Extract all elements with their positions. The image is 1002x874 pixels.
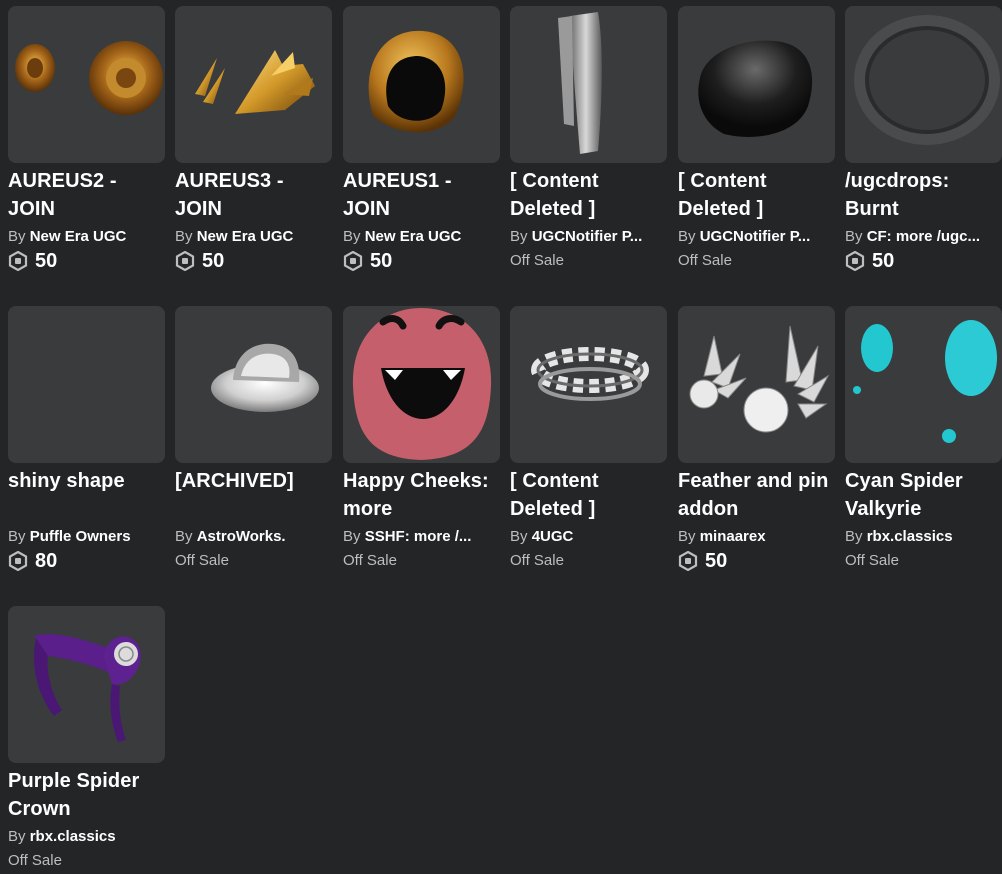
off-sale-label: Off Sale [175,552,229,569]
item-thumbnail[interactable] [678,306,835,463]
item-thumbnail[interactable] [8,6,165,163]
item-name[interactable]: [ Content Deleted ] [510,167,668,223]
creator-name[interactable]: New Era UGC [30,228,127,245]
purple-crown-image [34,633,141,742]
off-sale-label: Off Sale [8,852,62,869]
creator-name[interactable]: CF: more /ugc... [867,228,980,245]
item-name[interactable]: [ Content Deleted ] [678,167,836,223]
off-sale-label: Off Sale [510,252,564,269]
robux-icon [845,251,865,271]
gold-hood-image [368,30,464,133]
cyan-spots-image [853,320,997,443]
item-thumbnail[interactable] [845,306,1002,463]
item-creator[interactable]: By AstroWorks. [175,527,333,547]
item-name[interactable]: /ugcdrops: Burnt [845,167,1002,223]
creator-name[interactable]: UGCNotifier P... [700,228,811,245]
creator-name[interactable]: rbx.classics [30,828,116,845]
item-creator[interactable]: By New Era UGC [175,227,333,247]
item-creator[interactable]: By UGCNotifier P... [510,227,668,247]
creator-name[interactable]: minaarex [700,528,766,545]
robux-icon [678,551,698,571]
black-hat-image [698,40,813,137]
item-name[interactable]: Happy Cheeks: more [343,467,501,523]
off-sale-label: Off Sale [343,552,397,569]
gray-scarf-image [558,12,602,154]
item-card[interactable]: Purple Spider Crown By rbx.classics Off … [8,606,166,874]
item-creator[interactable]: By New Era UGC [343,227,501,247]
item-name[interactable]: Cyan Spider Valkyrie [845,467,1002,523]
item-name[interactable]: AUREUS3 - JOIN [175,167,333,223]
item-price: 50 [175,248,333,274]
off-sale-label: Off Sale [845,552,899,569]
item-thumbnail[interactable] [343,306,500,463]
item-price: 50 [8,248,166,274]
item-thumbnail[interactable] [343,6,500,163]
creator-name[interactable]: SSHF: more /... [365,528,472,545]
item-name[interactable]: Feather and pin addon [678,467,836,523]
item-thumbnail[interactable] [175,6,332,163]
item-card[interactable]: shiny shape By Puffle Owners 80 [8,306,166,574]
gray-ring-image [854,15,1000,145]
creator-name[interactable]: rbx.classics [867,528,953,545]
item-creator[interactable]: By minaarex [678,527,836,547]
item-name[interactable]: AUREUS2 - JOIN [8,167,166,223]
item-creator[interactable]: By rbx.classics [8,827,166,847]
item-thumbnail[interactable] [175,306,332,463]
item-card[interactable]: Happy Cheeks: more By SSHF: more /... Of… [343,306,501,574]
item-price: 50 [845,248,1002,274]
item-card[interactable]: Cyan Spider Valkyrie By rbx.classics Off… [845,306,1002,574]
item-creator[interactable]: By CF: more /ugc... [845,227,1002,247]
white-feathers-image [689,325,830,433]
item-creator[interactable]: By UGCNotifier P... [678,227,836,247]
item-creator[interactable]: By Puffle Owners [8,527,166,547]
pink-hood-image [352,308,492,460]
robux-icon [8,251,28,271]
off-sale-label: Off Sale [510,552,564,569]
item-thumbnail[interactable] [845,6,1002,163]
creator-name[interactable]: AstroWorks. [197,528,286,545]
creator-name[interactable]: 4UGC [532,528,574,545]
item-card[interactable]: AUREUS3 - JOIN By New Era UGC 50 [175,6,333,274]
item-name[interactable]: [ Content Deleted ] [510,467,668,523]
item-card[interactable]: AUREUS2 - JOIN By New Era UGC 50 [8,6,166,274]
item-card[interactable]: /ugcdrops: Burnt By CF: more /ugc... 50 [845,6,1002,274]
item-card[interactable]: Feather and pin addon By minaarex 50 [678,306,836,574]
gold-spikes-image [195,50,315,114]
gold-earrings-image [15,41,163,115]
item-name[interactable]: shiny shape [8,467,166,523]
white-bucket-hat-image [211,343,319,412]
item-thumbnail[interactable] [510,306,667,463]
robux-icon [8,551,28,571]
item-creator[interactable]: By New Era UGC [8,227,166,247]
robux-icon [343,251,363,271]
item-card[interactable]: [ARCHIVED] By AstroWorks. Off Sale [175,306,333,574]
creator-name[interactable]: UGCNotifier P... [532,228,643,245]
item-card[interactable]: [ Content Deleted ] By UGCNotifier P... … [678,6,836,274]
off-sale-label: Off Sale [678,252,732,269]
item-creator[interactable]: By SSHF: more /... [343,527,501,547]
item-price: 50 [678,548,836,574]
item-name[interactable]: AUREUS1 - JOIN [343,167,501,223]
robux-icon [175,251,195,271]
item-price: 80 [8,548,166,574]
item-name[interactable]: Purple Spider Crown [8,767,166,823]
item-price: 50 [343,248,501,274]
item-thumbnail[interactable] [678,6,835,163]
creator-name[interactable]: Puffle Owners [30,528,131,545]
item-card[interactable]: [ Content Deleted ] By UGCNotifier P... … [510,6,668,274]
item-card[interactable]: [ Content Deleted ] By 4UGC Off Sale [510,306,668,574]
item-creator[interactable]: By rbx.classics [845,527,1002,547]
item-name[interactable]: [ARCHIVED] [175,467,333,523]
item-card[interactable]: AUREUS1 - JOIN By New Era UGC 50 [343,6,501,274]
item-thumbnail[interactable] [8,606,165,763]
item-creator[interactable]: By 4UGC [510,527,668,547]
creator-name[interactable]: New Era UGC [365,228,462,245]
spiked-band-image [531,347,649,401]
creator-name[interactable]: New Era UGC [197,228,294,245]
item-thumbnail[interactable] [8,306,165,463]
item-thumbnail[interactable] [510,6,667,163]
